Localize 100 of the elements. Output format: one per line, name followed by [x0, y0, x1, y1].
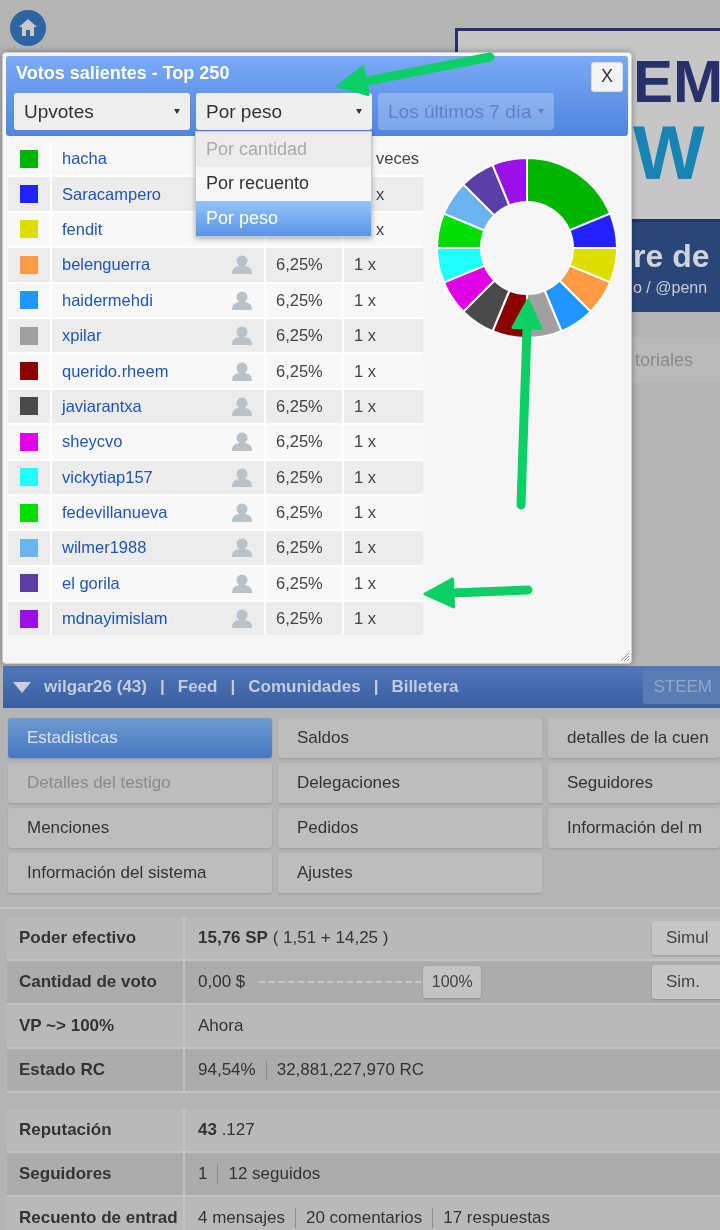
vote-percent: 6,25% [275, 326, 323, 346]
stat-label: Reputación [7, 1109, 185, 1151]
menu-tab[interactable]: Información del sistema [8, 853, 272, 893]
person-icon [232, 396, 252, 416]
vote-count: 1 x [353, 361, 376, 381]
menu-tab[interactable]: Seguidores [548, 763, 720, 803]
vote-percent: 6,25% [275, 290, 323, 310]
user-link[interactable]: fedevillanueva [62, 503, 168, 523]
caret-icon [356, 109, 362, 114]
stat-label: Estado RC [7, 1049, 185, 1091]
user-link[interactable]: wilgar26 (43) [44, 677, 147, 697]
modal-title: Votos salientes - Top 250 [16, 63, 230, 84]
vote-percent: 6,25% [275, 255, 323, 275]
vote-percent: 6,25% [275, 396, 323, 416]
stat-label: VP ~> 100% [7, 1005, 185, 1047]
person-icon [232, 432, 252, 452]
user-link[interactable]: hacha [62, 149, 107, 169]
stat-value: 32,881,227,970 RC [265, 1060, 435, 1080]
stat-value: 17 respuestas [432, 1208, 560, 1228]
stat-label: Poder efectivo [7, 917, 185, 959]
user-link[interactable]: haidermehdi [62, 290, 153, 310]
person-icon [232, 467, 252, 487]
user-link[interactable]: belenguerra [62, 255, 151, 275]
person-icon [232, 538, 252, 558]
nav-link[interactable]: Feed [177, 677, 218, 697]
banner-text: W [633, 113, 705, 193]
resize-grip-icon[interactable] [620, 652, 629, 661]
filter-select[interactable]: Por peso [196, 93, 372, 130]
stat-value: 20 comentarios [294, 1208, 433, 1228]
menu-tab[interactable]: Pedidos [278, 808, 542, 848]
separator: | [160, 677, 165, 697]
stat-label: Seguidores [7, 1153, 185, 1195]
separator: | [373, 677, 379, 697]
vote-percent: 6,25% [275, 538, 323, 558]
vote-count: 1 x [353, 538, 376, 558]
vote-count: 1 x [353, 290, 376, 310]
stat-label: Recuento de entrad [7, 1197, 185, 1230]
banner-text: re de [633, 237, 710, 276]
user-link[interactable]: sheycvo [62, 432, 123, 452]
banner-text: EM [633, 51, 720, 113]
vote-count: 1 x [353, 503, 376, 523]
vote-count: 1 x [353, 432, 376, 452]
vote-count: 1 x [353, 467, 376, 487]
menu-tab[interactable]: detalles de la cuen [548, 718, 720, 758]
person-icon [232, 255, 252, 275]
dropdown-option[interactable]: Por recuento [196, 166, 371, 201]
stat-value: 15,76 SP ( 1,51 + 14,25 ) [197, 928, 389, 948]
vote-percent: 6,25% [275, 361, 323, 381]
menu-tab[interactable]: Saldos [278, 718, 542, 758]
nav-link[interactable]: Billetera [391, 677, 459, 697]
simulate-button[interactable]: Sim. [652, 965, 720, 999]
stat-value: Ahora [197, 1016, 244, 1036]
vote-slider[interactable]: 100% [259, 966, 482, 998]
vote-count: 1 x [353, 609, 376, 629]
stat-value: 12 seguidos [217, 1164, 331, 1184]
menu-tab[interactable]: Información del m [548, 808, 720, 848]
user-link[interactable]: mdnayimislam [62, 609, 168, 629]
vote-percent: 6,25% [275, 573, 323, 593]
caret-icon[interactable] [13, 681, 31, 693]
nav-link[interactable]: Comunidades [248, 677, 361, 697]
user-link[interactable]: vickytiap157 [62, 467, 153, 487]
simulate-button[interactable]: Simul [652, 921, 720, 955]
person-icon [232, 503, 252, 523]
vote-count: x [375, 219, 385, 239]
slider-thumb[interactable]: 100% [423, 966, 482, 998]
caret-icon [174, 109, 180, 114]
user-link[interactable]: xpilar [62, 326, 102, 346]
stat-value: 4 mensajes [198, 1208, 286, 1228]
menu-tab[interactable]: Menciones [8, 808, 272, 848]
user-link[interactable]: el gorila [62, 573, 120, 593]
vote-percent: 6,25% [275, 432, 323, 452]
person-icon [232, 361, 252, 381]
close-button[interactable]: X [591, 61, 623, 92]
vote-count: 1 x [353, 326, 376, 346]
person-icon [232, 290, 252, 310]
vote-count: 1 x [353, 573, 376, 593]
user-link[interactable]: querido.rheem [62, 361, 169, 381]
vote-count: x [375, 184, 385, 204]
user-link[interactable]: wilmer1988 [62, 538, 147, 558]
vote-count: 1 x [353, 396, 376, 416]
menu-tab[interactable]: Ajustes [278, 853, 542, 893]
menu-tab[interactable]: Delegaciones [278, 763, 542, 803]
stat-value: 0,00 $ [197, 972, 246, 992]
vote-count: 1 x [353, 255, 376, 275]
home-icon[interactable] [10, 10, 46, 46]
vote-percent: 6,25% [275, 609, 323, 629]
banner-text: o / @penn [633, 278, 708, 298]
person-icon [232, 573, 252, 593]
stat-value: 94,54% [198, 1060, 257, 1080]
separator: | [230, 677, 236, 697]
vote-count: veces [375, 149, 420, 169]
user-link[interactable]: Saracampero [62, 184, 162, 204]
user-link[interactable]: javiarantxa [62, 396, 142, 416]
stat-value: 1 [198, 1164, 209, 1184]
vote-percent: 6,25% [275, 503, 323, 523]
stat-value: 43 .127 [197, 1120, 255, 1140]
caret-icon [538, 109, 544, 114]
person-icon [232, 609, 252, 629]
filter-select[interactable]: Upvotes [14, 93, 190, 130]
user-link[interactable]: fendit [62, 219, 103, 239]
